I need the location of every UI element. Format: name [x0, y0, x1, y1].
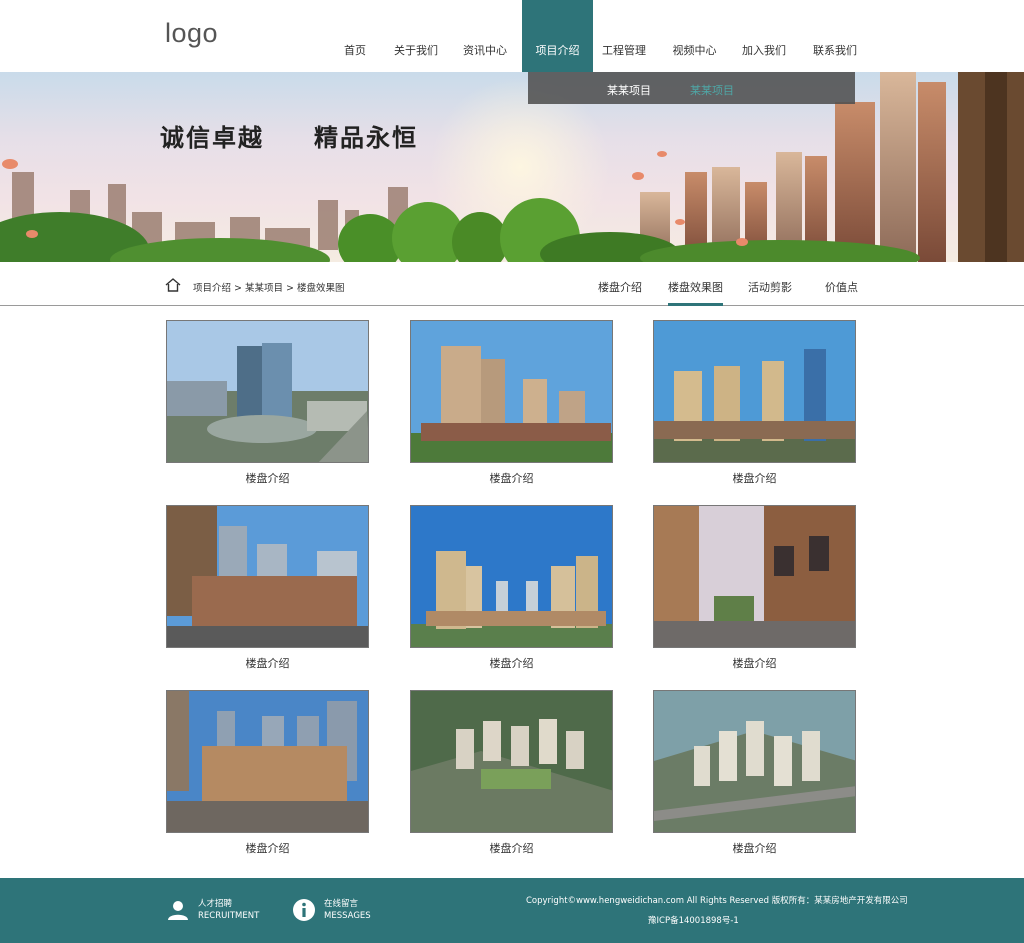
gallery-caption: 楼盘介绍	[245, 842, 290, 855]
gallery-caption: 楼盘介绍	[489, 472, 534, 485]
city-skyline-illustration	[0, 72, 1024, 262]
footer-recruitment-en: RECRUITMENT	[198, 911, 260, 921]
rendering-image[interactable]	[166, 690, 369, 833]
nav-item-news[interactable]: 资讯中心	[452, 0, 518, 72]
footer-copyright: Copyright©www.hengweidichan.com All Righ…	[526, 896, 908, 906]
gallery-card[interactable]: 楼盘介绍	[166, 690, 369, 856]
gallery-caption: 楼盘介绍	[732, 842, 777, 855]
gallery-card[interactable]: 楼盘介绍	[653, 505, 856, 671]
tab-events[interactable]: 活动剪影	[748, 279, 792, 295]
gallery-card[interactable]: 楼盘介绍	[166, 505, 369, 671]
breadcrumb[interactable]: 项目介绍 > 某某项目 > 楼盘效果图	[193, 280, 345, 294]
site-logo[interactable]: logo	[165, 18, 218, 49]
gallery-card[interactable]: 楼盘介绍	[166, 320, 369, 486]
rendering-image[interactable]	[653, 690, 856, 833]
nav-item-about[interactable]: 关于我们	[383, 0, 449, 72]
gallery-card[interactable]: 楼盘介绍	[410, 505, 613, 671]
site-header: logo 首页 关于我们 资讯中心 项目介绍 工程管理 视频中心 加入我们 联系…	[0, 0, 1024, 72]
subnav-item-project-2[interactable]: 某某项目	[690, 82, 734, 98]
gallery-caption: 楼盘介绍	[245, 472, 290, 485]
nav-item-home[interactable]: 首页	[330, 0, 380, 72]
footer-messages-link[interactable]: 在线留言 MESSAGES	[292, 898, 371, 922]
rendering-image[interactable]	[653, 320, 856, 463]
footer-recruitment-cn: 人才招聘	[198, 899, 233, 909]
hero-banner: 诚信卓越 精品永恒	[0, 72, 1024, 262]
home-icon[interactable]	[165, 278, 181, 292]
banner-slogan-left: 诚信卓越	[160, 123, 264, 152]
rendering-image[interactable]	[410, 505, 613, 648]
gallery-caption: 楼盘介绍	[489, 657, 534, 670]
banner-slogan-right: 精品永恒	[314, 123, 418, 152]
nav-item-contact[interactable]: 联系我们	[801, 0, 869, 72]
footer-icp: 豫ICP备14001898号-1	[648, 916, 739, 926]
rendering-image[interactable]	[410, 320, 613, 463]
user-icon	[168, 901, 188, 920]
gallery-caption: 楼盘介绍	[732, 472, 777, 485]
gallery-caption: 楼盘介绍	[732, 657, 777, 670]
site-footer: 人才招聘 RECRUITMENT 在线留言 MESSAGES Copyright…	[0, 878, 1024, 943]
rendering-image[interactable]	[166, 505, 369, 648]
rendering-image[interactable]	[166, 320, 369, 463]
rendering-image[interactable]	[653, 505, 856, 648]
gallery-card[interactable]: 楼盘介绍	[653, 690, 856, 856]
nav-item-projects[interactable]: 项目介绍	[522, 0, 593, 72]
gallery-card[interactable]: 楼盘介绍	[653, 320, 856, 486]
nav-item-join[interactable]: 加入我们	[730, 0, 798, 72]
gallery-card[interactable]: 楼盘介绍	[410, 690, 613, 856]
footer-messages-en: MESSAGES	[324, 911, 371, 921]
footer-messages-cn: 在线留言	[324, 899, 359, 909]
footer-recruitment-link[interactable]: 人才招聘 RECRUITMENT	[166, 898, 259, 922]
subnav-item-project-1[interactable]: 某某项目	[607, 82, 651, 98]
gallery-card[interactable]: 楼盘介绍	[410, 320, 613, 486]
projects-dropdown: 某某项目 某某项目	[528, 72, 855, 104]
nav-item-engineering[interactable]: 工程管理	[593, 0, 655, 72]
rendering-image[interactable]	[410, 690, 613, 833]
gallery-caption: 楼盘介绍	[245, 657, 290, 670]
main-nav: 首页 关于我们 资讯中心 项目介绍 工程管理 视频中心 加入我们 联系我们	[330, 0, 869, 72]
info-icon	[293, 899, 315, 921]
breadcrumb-bar: 项目介绍 > 某某项目 > 楼盘效果图 楼盘介绍 楼盘效果图 活动剪影 价值点	[0, 262, 1024, 306]
tab-renderings[interactable]: 楼盘效果图	[668, 279, 723, 306]
tab-property-intro[interactable]: 楼盘介绍	[598, 279, 642, 295]
gallery-caption: 楼盘介绍	[489, 842, 534, 855]
tab-value-points[interactable]: 价值点	[825, 279, 858, 295]
nav-item-video[interactable]: 视频中心	[659, 0, 730, 72]
